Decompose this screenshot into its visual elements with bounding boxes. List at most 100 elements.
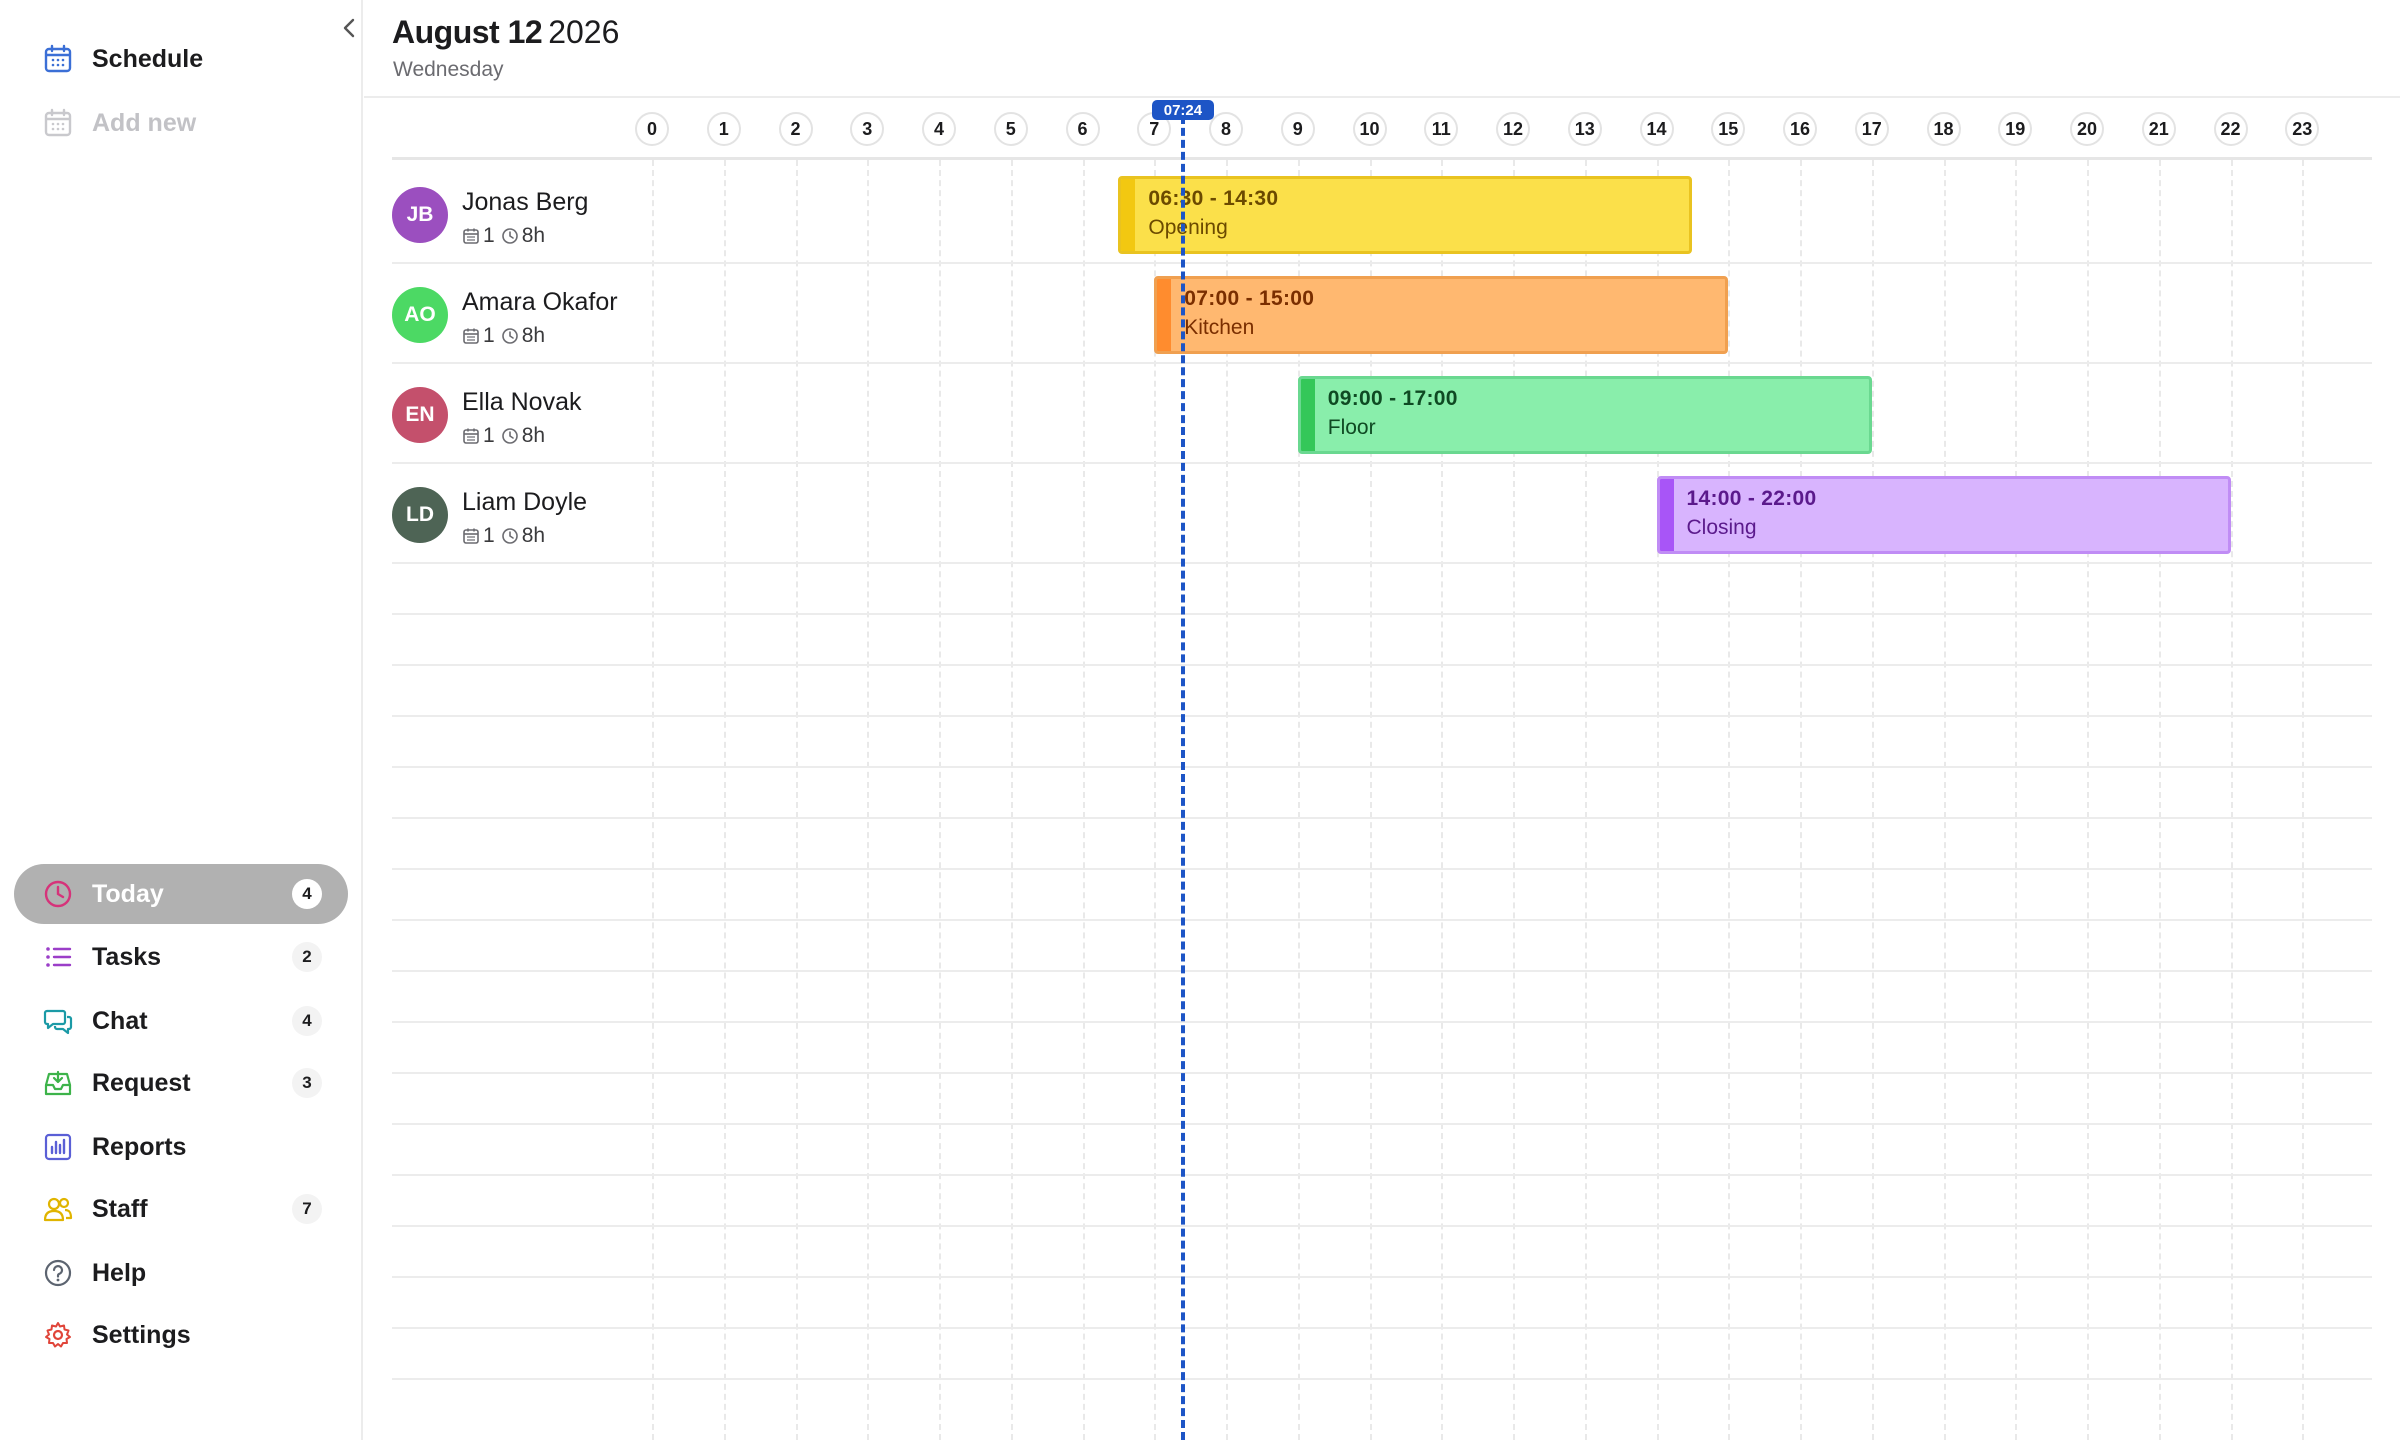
hour-label: 4 bbox=[922, 112, 956, 146]
sidebar-item-today[interactable]: Today 4 bbox=[14, 864, 348, 924]
row-divider bbox=[392, 970, 2372, 972]
hour-label: 12 bbox=[1496, 112, 1530, 146]
shift-color-edge bbox=[1121, 179, 1136, 251]
staff-name[interactable]: Ella Novak bbox=[462, 388, 582, 417]
hour-label: 1 bbox=[706, 112, 741, 146]
sidebar-item-label: Settings bbox=[92, 1320, 191, 1349]
bar-chart-icon bbox=[42, 1131, 74, 1163]
shift-time: 09:00 - 17:00 bbox=[1327, 387, 1458, 410]
shift-count: 1 bbox=[483, 324, 495, 347]
inbox-icon bbox=[42, 1067, 74, 1099]
shift-color-edge bbox=[1659, 479, 1674, 551]
sidebar-item-chat[interactable]: Chat 4 bbox=[14, 991, 348, 1051]
hours-total: 8h bbox=[521, 524, 546, 547]
hour-label: 0 bbox=[635, 112, 669, 146]
clock-small-icon bbox=[501, 428, 518, 444]
shift-role: Closing bbox=[1686, 516, 1757, 539]
shift-count: 1 bbox=[483, 524, 495, 547]
hour-label: 6 bbox=[1065, 112, 1100, 146]
shift-color-edge bbox=[1157, 279, 1172, 351]
row-divider bbox=[392, 1174, 2372, 1176]
shift-role: Opening bbox=[1148, 216, 1228, 239]
page-header: August 12 2026 Wednesday bbox=[364, 0, 2400, 98]
row-divider bbox=[392, 1378, 2372, 1380]
shift-count: 1 bbox=[483, 424, 495, 447]
hour-label: 23 bbox=[2285, 112, 2320, 146]
sidebar-item-settings[interactable]: Settings bbox=[14, 1305, 348, 1365]
clock-small-icon bbox=[501, 328, 518, 344]
row-divider bbox=[392, 562, 2372, 564]
count-badge: 7 bbox=[292, 1194, 322, 1224]
date-year: 2026 bbox=[548, 14, 620, 50]
hour-label: 15 bbox=[1711, 112, 1746, 146]
staff-name[interactable]: Liam Doyle bbox=[462, 488, 587, 517]
avatar[interactable]: JB bbox=[392, 187, 448, 243]
row-divider bbox=[392, 1123, 2372, 1125]
hours-total: 8h bbox=[521, 224, 546, 247]
hour-label: 20 bbox=[2070, 112, 2104, 146]
row-divider bbox=[392, 1225, 2372, 1227]
calendar-small-icon bbox=[463, 328, 479, 344]
clock-small-icon bbox=[501, 528, 518, 544]
sidebar-item-request[interactable]: Request 3 bbox=[14, 1053, 348, 1113]
hour-label: 2 bbox=[778, 112, 813, 146]
sidebar-item-label: Chat bbox=[92, 1006, 148, 1035]
sidebar-item-tasks[interactable]: Tasks 2 bbox=[14, 927, 348, 987]
row-divider bbox=[392, 1072, 2372, 1074]
chevron-left-icon bbox=[343, 18, 355, 38]
hours-total: 8h bbox=[521, 324, 546, 347]
shift-time: 07:00 - 15:00 bbox=[1184, 287, 1315, 310]
staff-meta: 1 8h bbox=[462, 224, 551, 248]
calendar-small-icon bbox=[463, 528, 479, 544]
shift-block[interactable]: 06:30 - 14:30 Opening bbox=[1118, 176, 1693, 254]
calendar-small-icon bbox=[463, 228, 479, 244]
hour-label: 9 bbox=[1280, 112, 1315, 146]
sidebar-item-help[interactable]: Help bbox=[14, 1243, 348, 1303]
sidebar-item-add-new[interactable]: Add new bbox=[14, 93, 348, 153]
row-divider bbox=[392, 613, 2372, 615]
page-title: August 12 2026 bbox=[392, 14, 619, 51]
hour-label: 22 bbox=[2213, 112, 2248, 146]
count-badge: 4 bbox=[292, 879, 322, 909]
weekday-label: Wednesday bbox=[393, 58, 504, 81]
shift-block[interactable]: 14:00 - 22:00 Closing bbox=[1656, 476, 2231, 554]
sidebar-item-label: Help bbox=[92, 1258, 147, 1287]
hour-label: 14 bbox=[1639, 112, 1674, 146]
shift-role: Kitchen bbox=[1184, 316, 1255, 339]
avatar[interactable]: EN bbox=[392, 387, 448, 443]
shift-block[interactable]: 09:00 - 17:00 Floor bbox=[1297, 376, 1872, 454]
row-divider bbox=[392, 1276, 2372, 1278]
count-badge: 4 bbox=[292, 1006, 322, 1036]
hour-label: 17 bbox=[1854, 112, 1889, 146]
shift-block[interactable]: 07:00 - 15:00 Kitchen bbox=[1154, 276, 1729, 354]
sidebar-item-reports[interactable]: Reports bbox=[14, 1117, 348, 1177]
hour-label: 11 bbox=[1424, 112, 1459, 146]
clock-small-icon bbox=[501, 228, 518, 244]
hour-header-row: 0 1 2 3 4 5 6 7 8 9 10 11 12 13 14 15 16 17 18 19 20 21 22 23 bbox=[392, 98, 2372, 160]
staff-name[interactable]: Amara Okafor bbox=[462, 288, 618, 317]
staff-name[interactable]: Jonas Berg bbox=[462, 188, 588, 217]
avatar[interactable]: LD bbox=[392, 487, 448, 543]
hour-label: 5 bbox=[993, 112, 1028, 146]
sidebar-item-schedule[interactable]: Schedule bbox=[14, 29, 348, 89]
sidebar-item-staff[interactable]: Staff 7 bbox=[14, 1179, 348, 1239]
list-icon bbox=[42, 941, 74, 973]
calendar-small-icon bbox=[463, 428, 479, 444]
row-divider bbox=[392, 1327, 2372, 1329]
sidebar-item-label: Schedule bbox=[92, 44, 204, 73]
count-badge: 2 bbox=[292, 942, 322, 972]
count-badge: 3 bbox=[292, 1068, 322, 1098]
staff-meta: 1 8h bbox=[462, 424, 551, 448]
row-divider bbox=[392, 715, 2372, 717]
staff-row: EN Ella Novak 1 8h 09:00 - 17:00 Floor bbox=[392, 362, 2372, 462]
gear-icon bbox=[42, 1319, 74, 1351]
row-divider bbox=[392, 868, 2372, 870]
row-divider bbox=[392, 766, 2372, 768]
shift-role: Floor bbox=[1327, 416, 1376, 439]
hour-label: 18 bbox=[1926, 112, 1961, 146]
hour-label: 19 bbox=[1998, 112, 2033, 146]
staff-meta: 1 8h bbox=[462, 324, 551, 348]
sidebar-item-label: Staff bbox=[92, 1194, 148, 1223]
avatar[interactable]: AO bbox=[392, 287, 448, 343]
row-divider bbox=[392, 1021, 2372, 1023]
